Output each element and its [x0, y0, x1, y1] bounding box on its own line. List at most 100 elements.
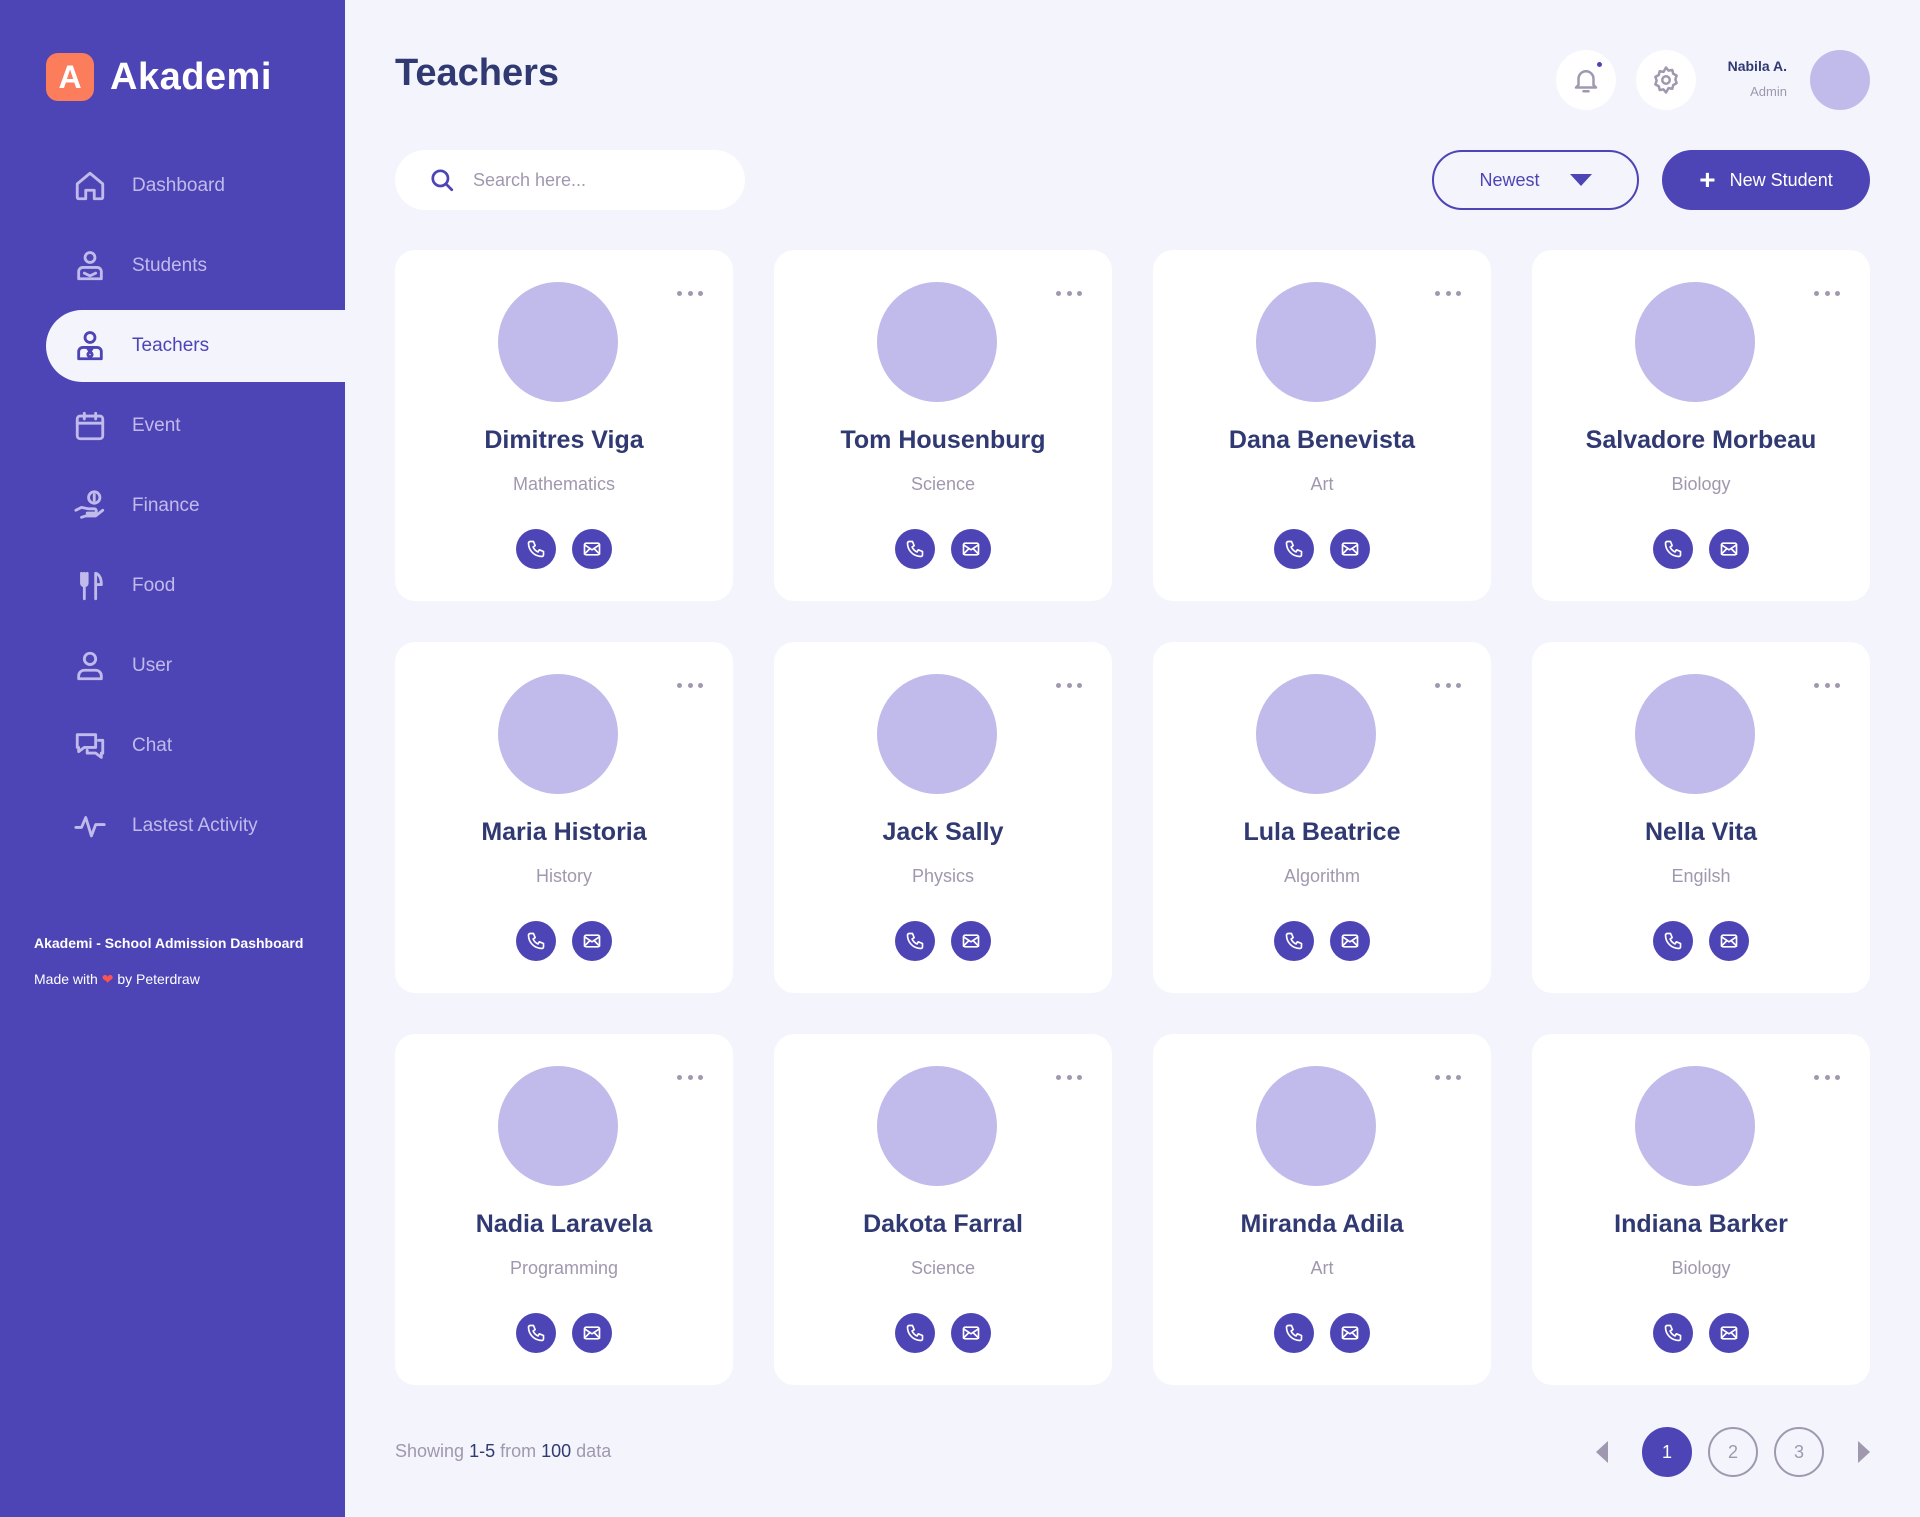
phone-icon: [1284, 1323, 1304, 1343]
page-button-2[interactable]: 2: [1708, 1427, 1758, 1477]
page-button-3[interactable]: 3: [1774, 1427, 1824, 1477]
teacher-subject: Biology: [1671, 474, 1731, 494]
teacher-name: Jack Sally: [882, 818, 1004, 846]
email-button[interactable]: [572, 529, 612, 569]
user-info[interactable]: Nabila A. Admin: [1728, 58, 1787, 99]
call-button[interactable]: [516, 1313, 556, 1353]
teacher-card[interactable]: Miranda Adila Art: [1153, 1034, 1491, 1385]
more-options-icon[interactable]: [1814, 288, 1840, 298]
call-button[interactable]: [516, 921, 556, 961]
more-options-icon[interactable]: [1056, 680, 1082, 690]
call-button[interactable]: [895, 921, 935, 961]
call-button[interactable]: [1653, 529, 1693, 569]
sidebar-item-event[interactable]: Event: [46, 390, 345, 462]
email-button[interactable]: [1330, 529, 1370, 569]
more-options-icon[interactable]: [1814, 1072, 1840, 1082]
more-options-icon[interactable]: [677, 680, 703, 690]
next-page-icon[interactable]: [1858, 1441, 1870, 1463]
more-options-icon[interactable]: [1435, 1072, 1461, 1082]
teacher-subject: Art: [1310, 1258, 1334, 1278]
call-button[interactable]: [1653, 1313, 1693, 1353]
mail-icon: [1719, 539, 1739, 559]
showing-range: 1-5: [469, 1441, 496, 1461]
card-actions: [395, 1313, 733, 1353]
call-button[interactable]: [895, 529, 935, 569]
sidebar-item-user[interactable]: User: [46, 630, 345, 702]
teacher-card[interactable]: Indiana Barker Biology: [1532, 1034, 1870, 1385]
notification-button[interactable]: [1556, 50, 1616, 110]
search-bar: [395, 150, 745, 210]
search-input[interactable]: [473, 169, 713, 191]
pagination-summary: Showing 1-5 from 100 data: [395, 1441, 611, 1462]
sidebar-item-label: Finance: [132, 495, 200, 516]
email-button[interactable]: [951, 529, 991, 569]
email-button[interactable]: [1709, 529, 1749, 569]
teacher-card[interactable]: Maria Historia History: [395, 642, 733, 993]
chat-icon: [72, 728, 108, 764]
more-options-icon[interactable]: [677, 288, 703, 298]
teacher-photo: [1256, 674, 1376, 794]
more-options-icon[interactable]: [1435, 680, 1461, 690]
student-icon: [72, 248, 108, 284]
email-button[interactable]: [1330, 921, 1370, 961]
teacher-card[interactable]: Nadia Laravela Programming: [395, 1034, 733, 1385]
card-actions: [774, 921, 1112, 961]
teacher-card[interactable]: Lula Beatrice Algorithm: [1153, 642, 1491, 993]
brand[interactable]: A Akademi: [46, 53, 272, 101]
more-options-icon[interactable]: [1056, 288, 1082, 298]
footer-title: Akademi - School Admission Dashboard: [34, 935, 304, 951]
prev-page-icon[interactable]: [1596, 1441, 1608, 1463]
more-options-icon[interactable]: [1814, 680, 1840, 690]
teacher-grid: Dimitres Viga Mathematics Tom Housenburg…: [395, 250, 1871, 1385]
brand-name: Akademi: [110, 55, 272, 98]
phone-icon: [905, 1323, 925, 1343]
teacher-card[interactable]: Dana Benevista Art: [1153, 250, 1491, 601]
email-button[interactable]: [572, 1313, 612, 1353]
email-button[interactable]: [1709, 1313, 1749, 1353]
call-button[interactable]: [1653, 921, 1693, 961]
phone-icon: [1663, 1323, 1683, 1343]
teacher-photo: [498, 1066, 618, 1186]
email-button[interactable]: [951, 1313, 991, 1353]
teacher-photo: [1256, 282, 1376, 402]
sidebar-item-teachers[interactable]: Teachers: [46, 310, 345, 382]
sidebar-item-dashboard[interactable]: Dashboard: [46, 150, 345, 222]
new-student-button[interactable]: + New Student: [1662, 150, 1870, 210]
sidebar-item-students[interactable]: Students: [46, 230, 345, 302]
teacher-card[interactable]: Dimitres Viga Mathematics: [395, 250, 733, 601]
avatar[interactable]: [1810, 50, 1870, 110]
page-button-1[interactable]: 1: [1642, 1427, 1692, 1477]
teacher-name: Tom Housenburg: [840, 426, 1046, 454]
more-options-icon[interactable]: [1435, 288, 1461, 298]
finance-icon: [72, 488, 108, 524]
email-button[interactable]: [1709, 921, 1749, 961]
more-options-icon[interactable]: [677, 1072, 703, 1082]
call-button[interactable]: [516, 529, 556, 569]
email-button[interactable]: [951, 921, 991, 961]
call-button[interactable]: [1274, 529, 1314, 569]
sidebar: A Akademi Dashboard Students Teachers Ev…: [0, 0, 345, 1517]
teacher-card[interactable]: Salvadore Morbeau Biology: [1532, 250, 1870, 601]
settings-button[interactable]: [1636, 50, 1696, 110]
teacher-card[interactable]: Dakota Farral Science: [774, 1034, 1112, 1385]
teacher-card[interactable]: Tom Housenburg Science: [774, 250, 1112, 601]
call-button[interactable]: [1274, 1313, 1314, 1353]
teacher-photo: [877, 282, 997, 402]
notification-badge: [1595, 60, 1604, 69]
teacher-subject: Science: [910, 1258, 976, 1278]
teacher-card[interactable]: Nella Vita Engilsh: [1532, 642, 1870, 993]
showing-prefix: Showing: [395, 1441, 465, 1461]
sidebar-item-finance[interactable]: Finance: [46, 470, 345, 542]
call-button[interactable]: [1274, 921, 1314, 961]
teacher-subject: Art: [1310, 474, 1334, 494]
call-button[interactable]: [895, 1313, 935, 1353]
email-button[interactable]: [572, 921, 612, 961]
teacher-card[interactable]: Jack Sally Physics: [774, 642, 1112, 993]
email-button[interactable]: [1330, 1313, 1370, 1353]
sidebar-nav: Dashboard Students Teachers Event Financ…: [46, 150, 345, 870]
sort-dropdown[interactable]: Newest: [1432, 150, 1639, 210]
sidebar-item-chat[interactable]: Chat: [46, 710, 345, 782]
more-options-icon[interactable]: [1056, 1072, 1082, 1082]
sidebar-item-food[interactable]: Food: [46, 550, 345, 622]
sidebar-item-latest-activity[interactable]: Lastest Activity: [46, 790, 345, 862]
